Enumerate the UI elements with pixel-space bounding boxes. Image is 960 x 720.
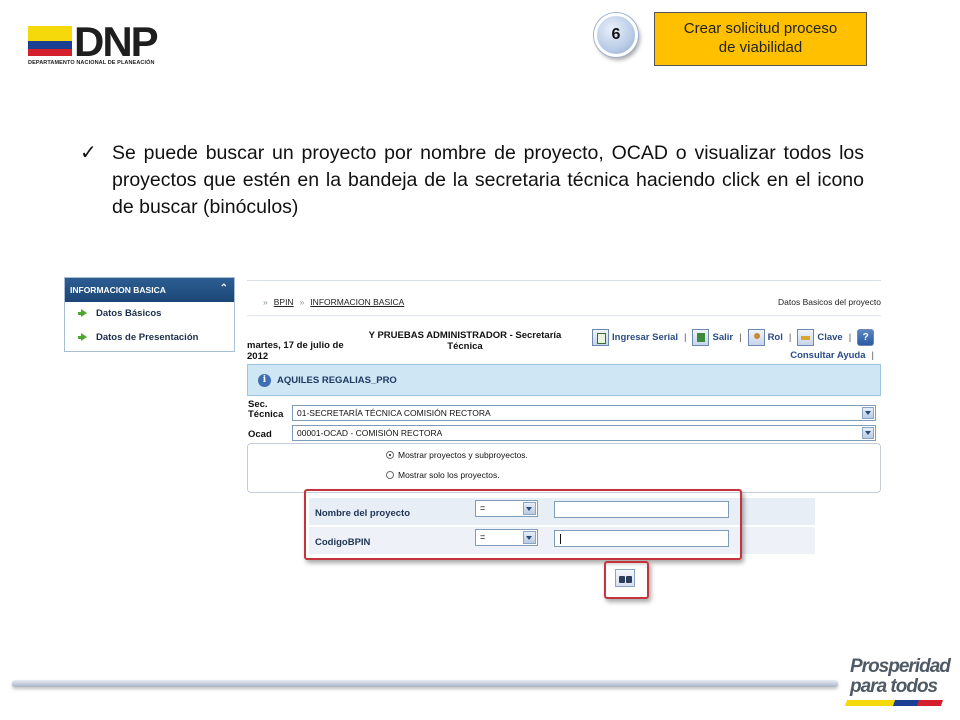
checkmark-icon: ✓ (80, 142, 97, 164)
divider (247, 315, 881, 316)
breadcrumb-separator: » (299, 297, 305, 307)
breadcrumb: » BPIN » INFORMACION BASICA (257, 297, 404, 307)
step-title-box: Crear solicitud proceso de viabilidad (654, 12, 867, 66)
divider (247, 280, 881, 281)
binoculars-search-icon[interactable] (615, 569, 635, 587)
clave-button[interactable]: Clave (797, 329, 843, 346)
info-icon: i (258, 374, 271, 387)
instruction-text: Se puede buscar un proyecto por nombre d… (112, 142, 864, 218)
arrow-right-icon (78, 309, 87, 317)
radio-label: Mostrar proyectos y subproyectos. (398, 450, 528, 460)
toolbar: Ingresar Serial | Salir | Rol | Clave | (592, 329, 877, 346)
ocad-value: 00001-OCAD - COMISIÓN RECTORA (297, 428, 443, 438)
sidebar-item-datos-presentacion[interactable]: Datos de Presentación (65, 326, 234, 350)
sidebar-header[interactable]: INFORMACION BASICA ⌃ (65, 278, 234, 302)
chevron-down-icon[interactable] (862, 407, 874, 419)
step-title-line2: de viabilidad (718, 39, 803, 56)
salir-label: Salir (712, 332, 734, 343)
user-line1: Y PRUEBAS ADMINISTRADOR - Secretaría (368, 330, 562, 341)
user-info: Y PRUEBAS ADMINISTRADOR - Secretaría Téc… (355, 330, 575, 352)
toolbar-separator: | (848, 332, 852, 343)
ocad-label: Ocad (248, 429, 272, 440)
sidebar-panel: INFORMACION BASICA ⌃ Datos Básicos Datos… (64, 277, 235, 352)
breadcrumb-bpin[interactable]: BPIN (274, 297, 294, 307)
breadcrumb-separator: » (263, 297, 268, 307)
user-line2: Técnica (447, 341, 483, 352)
help-icon[interactable] (857, 329, 875, 346)
salir-button[interactable]: Salir (692, 329, 733, 346)
sec-tecnica-label-line2: Técnica (248, 409, 284, 420)
step-number-badge: 6 (594, 13, 638, 57)
user-role-icon (747, 329, 765, 346)
date-line2: 2012 (247, 351, 269, 362)
current-date: martes, 17 de julio de 2012 (247, 340, 357, 362)
radio-selected-icon[interactable] (386, 451, 394, 459)
radio-solo-proyectos[interactable]: Mostrar solo los proyectos. (386, 470, 500, 480)
radio-group: Mostrar proyectos y subproyectos. Mostra… (247, 443, 881, 493)
sec-tecnica-value: 01-SECRETARÍA TÉCNICA COMISIÓN RECTORA (297, 408, 491, 418)
arrow-right-icon (78, 333, 87, 341)
dnp-logo: DNP DEPARTAMENTO NACIONAL DE PLANEACIÓN (28, 18, 188, 70)
rol-button[interactable]: Rol (747, 329, 783, 346)
exit-icon (692, 329, 710, 346)
step-title-line1: Crear solicitud proceso (683, 20, 838, 37)
document-icon (592, 329, 609, 346)
sidebar-item-label: Datos Básicos (96, 308, 162, 319)
sec-tecnica-label: Sec. Técnica (248, 400, 283, 420)
ocad-select[interactable]: 00001-OCAD - COMISIÓN RECTORA (292, 425, 876, 441)
logo-subtitle: DEPARTAMENTO NACIONAL DE PLANEACIÓN (28, 60, 155, 66)
key-icon (797, 329, 815, 346)
info-bar: i AQUILES REGALIAS_PRO (247, 364, 881, 396)
radio-unselected-icon[interactable] (386, 471, 394, 479)
instruction-bullet: ✓ Se puede buscar un proyecto por nombre… (80, 140, 864, 221)
ingresar-serial-button[interactable]: Ingresar Serial (592, 329, 678, 346)
toolbar-separator: | (684, 332, 687, 343)
toolbar-separator: | (871, 350, 874, 361)
logo-text: DNP (74, 18, 159, 65)
consultar-ayuda-label: Consultar Ayuda (790, 350, 866, 361)
rol-label: Rol (767, 332, 783, 343)
highlight-frame-search-fields (304, 489, 742, 560)
consultar-ayuda-link[interactable]: Consultar Ayuda | (790, 350, 874, 361)
clave-label: Clave (817, 332, 843, 343)
sec-tecnica-select[interactable]: 01-SECRETARÍA TÉCNICA COMISIÓN RECTORA (292, 405, 876, 421)
breadcrumb-informacion-basica[interactable]: INFORMACION BASICA (310, 297, 404, 307)
sidebar-item-datos-basicos[interactable]: Datos Básicos (65, 302, 234, 326)
radio-proyectos-subproyectos[interactable]: Mostrar proyectos y subproyectos. (386, 450, 528, 460)
page-title: Datos Basicos del proyecto (778, 297, 881, 307)
footer-logo-line1: Prosperidad (850, 656, 951, 677)
prosperidad-logo: Prosperidad para todos (844, 656, 951, 708)
sidebar-header-label: INFORMACION BASICA (70, 285, 166, 295)
toolbar-separator: | (788, 332, 792, 343)
date-line1: martes, 17 de julio de (247, 340, 344, 351)
radio-label: Mostrar solo los proyectos. (398, 470, 500, 480)
sidebar-item-label: Datos de Presentación (96, 332, 199, 343)
info-bar-text: AQUILES REGALIAS_PRO (277, 375, 397, 386)
footer-bar (12, 680, 838, 687)
footer-logo-line2: para todos (850, 676, 938, 697)
chevron-down-icon[interactable] (862, 427, 874, 439)
toolbar-separator: | (739, 332, 742, 343)
ingresar-serial-label: Ingresar Serial (612, 332, 679, 343)
collapse-icon[interactable]: ⌃ (220, 283, 228, 294)
flag-stripe (844, 700, 944, 706)
colombia-flag-icon (28, 26, 72, 56)
